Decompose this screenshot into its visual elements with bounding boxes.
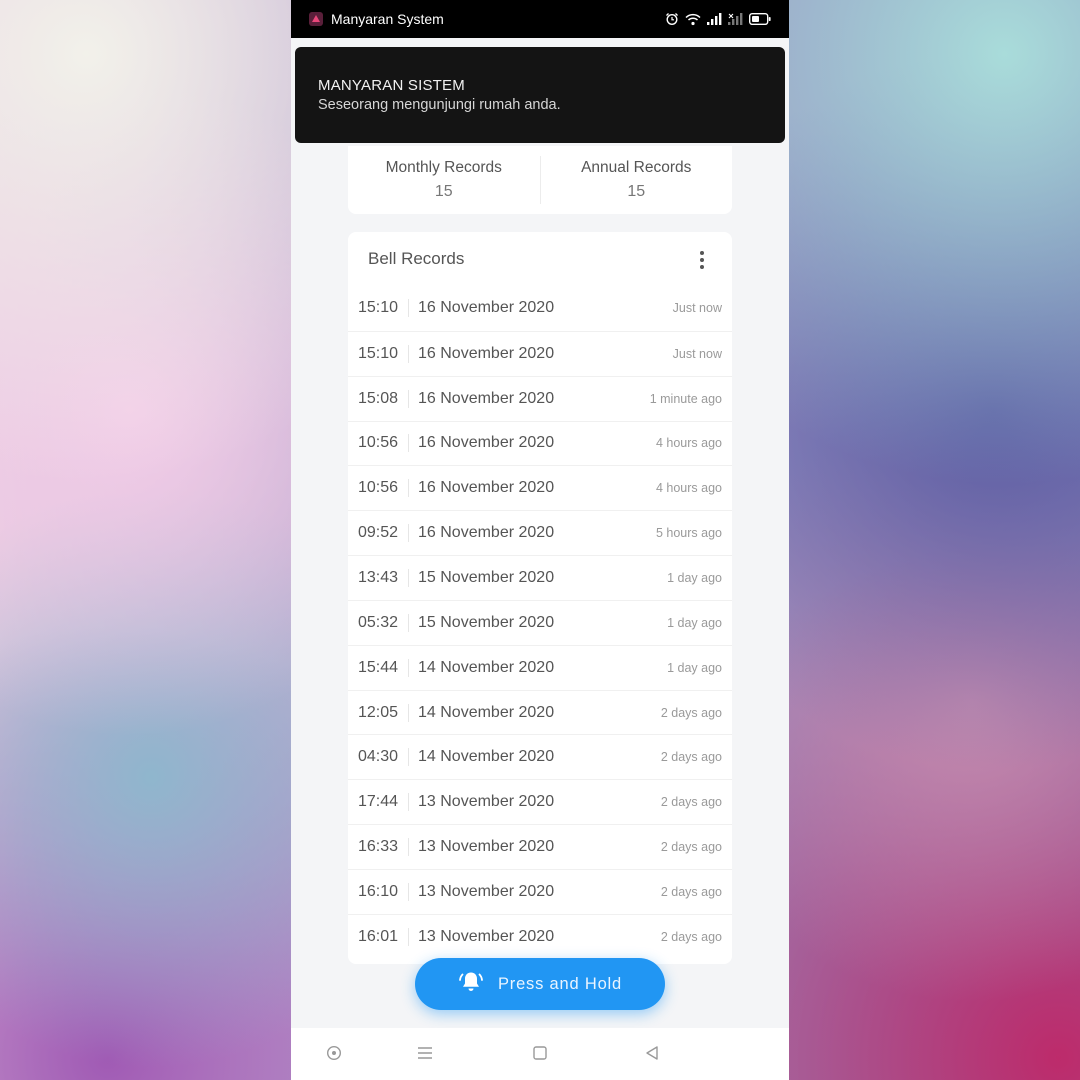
record-relative-time: 2 days ago [660,795,722,810]
record-relative-time: 2 days ago [660,929,722,944]
annual-records-value: 15 [627,183,646,200]
monthly-records-label: Monthly Records [385,159,502,176]
status-bar: Manyaran System [291,0,789,38]
annual-records-label: Annual Records [581,159,692,176]
record-date: 16 November 2020 [418,389,555,407]
record-relative-time: 1 day ago [667,660,722,675]
record-time: 15:10 [348,297,409,319]
record-date: 15 November 2020 [418,568,555,586]
alarm-icon [665,12,679,26]
record-row[interactable]: 05:32 15 November 2020 1 day ago [348,599,732,645]
system-nav-bar [291,1028,789,1080]
record-time: 05:32 [348,612,409,634]
monthly-records-value: 15 [434,183,453,200]
records-summary-card: Monthly Records 15 Annual Records 15 [348,146,732,214]
bell-icon [458,970,484,999]
record-date: 13 November 2020 [418,838,555,856]
record-time: 15:44 [348,657,409,679]
bell-records-card: Bell Records 15:10 16 November 2020 Just n… [348,232,732,964]
record-relative-time: 1 minute ago [649,391,722,406]
record-row[interactable]: 17:44 13 November 2020 2 days ago [348,779,732,824]
status-app-name: Manyaran System [331,11,444,27]
phone-screen: Manyaran System MANYARAN SISTEM Seseoran… [291,0,789,1080]
record-relative-time: 1 day ago [667,570,722,585]
record-time: 13:43 [348,567,409,589]
record-relative-time: 2 days ago [660,840,722,855]
signal-2-icon [728,13,743,25]
record-relative-time: 4 hours ago [655,436,722,451]
record-time: 12:05 [348,702,409,724]
record-date: 13 November 2020 [418,927,555,945]
record-row[interactable]: 16:33 13 November 2020 2 days ago [348,824,732,869]
bell-records-title: Bell Records [368,249,465,268]
record-row[interactable]: 10:56 16 November 2020 4 hours ago [348,420,732,466]
record-row[interactable]: 16:10 13 November 2020 2 days ago [348,868,732,914]
record-row[interactable]: 15:44 14 November 2020 1 day ago [348,644,732,690]
menu-icon[interactable] [417,1045,433,1066]
record-row[interactable]: 10:56 16 November 2020 4 hours ago [348,465,732,510]
record-relative-time: 5 hours ago [655,526,722,541]
press-and-hold-button[interactable]: Press and Hold [415,958,665,1010]
record-time: 15:08 [348,388,409,410]
back-triangle-icon[interactable] [644,1045,660,1066]
bell-records-list: 15:10 16 November 2020 Just now 15:10 16 Nov… [348,286,732,959]
record-date: 16 November 2020 [418,299,555,317]
bell-records-header: Bell Records [348,232,732,286]
record-row[interactable]: 15:10 16 November 2020 Just now [348,286,732,331]
record-row[interactable]: 09:52 16 November 2020 5 hours ago [348,510,732,555]
record-date: 16 November 2020 [418,479,555,497]
square-icon[interactable] [532,1045,548,1066]
record-row[interactable]: 15:08 16 November 2020 1 minute ago [348,375,732,421]
record-time: 16:10 [348,881,409,903]
annual-records-stat: Annual Records 15 [541,146,733,214]
record-relative-time: 1 day ago [667,615,722,630]
record-relative-time: Just now [672,301,722,316]
record-time: 15:10 [348,343,409,365]
battery-icon [749,13,771,25]
dot-circle-icon[interactable] [326,1045,342,1066]
monthly-records-stat: Monthly Records 15 [348,146,540,214]
record-time: 10:56 [348,477,409,499]
record-date: 16 November 2020 [418,434,555,452]
record-date: 13 November 2020 [418,793,555,811]
record-row[interactable]: 15:10 16 November 2020 Just now [348,330,732,376]
record-time: 10:56 [348,432,409,454]
record-time: 16:33 [348,836,409,858]
notification-title: MANYARAN SISTEM [318,77,465,94]
record-date: 14 November 2020 [418,748,555,766]
record-time: 04:30 [348,746,409,768]
notification-body: Seseorang mengunjungi rumah anda. [318,97,561,113]
record-relative-time: 4 hours ago [655,481,722,496]
wifi-icon [685,13,701,26]
record-relative-time: 2 days ago [660,705,722,720]
signal-icon [707,13,722,25]
push-notification[interactable]: MANYARAN SISTEM Seseorang mengunjungi ru… [295,47,785,143]
record-row[interactable]: 13:43 15 November 2020 1 day ago [348,555,732,600]
record-date: 14 November 2020 [418,658,555,676]
record-date: 15 November 2020 [418,613,555,631]
record-row[interactable]: 04:30 14 November 2020 2 days ago [348,734,732,779]
more-options-icon[interactable] [700,251,704,269]
record-row[interactable]: 12:05 14 November 2020 2 days ago [348,689,732,735]
record-time: 09:52 [348,522,409,544]
press-and-hold-label: Press and Hold [497,974,622,993]
record-time: 16:01 [348,926,409,948]
record-date: 13 November 2020 [418,882,555,900]
record-relative-time: 2 days ago [660,884,722,899]
record-date: 16 November 2020 [418,524,555,542]
app-logo-icon [309,12,323,26]
status-icons [665,12,771,26]
record-relative-time: 2 days ago [660,750,722,765]
record-date: 14 November 2020 [418,703,555,721]
record-time: 17:44 [348,791,409,813]
record-row[interactable]: 16:01 13 November 2020 2 days ago [348,913,732,959]
record-relative-time: Just now [672,346,722,361]
record-date: 16 November 2020 [418,344,555,362]
